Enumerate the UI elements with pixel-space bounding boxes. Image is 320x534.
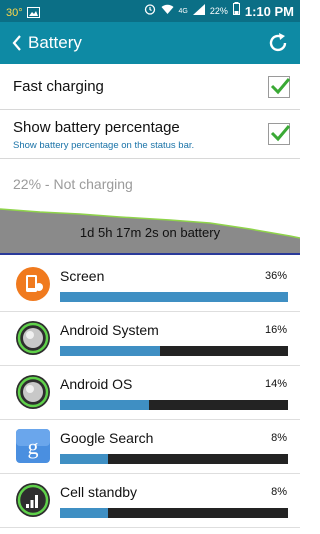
- usage-name: Google Search: [60, 430, 154, 446]
- image-notification-icon: [26, 3, 40, 22]
- charging-status: 22% - Not charging: [13, 176, 133, 192]
- usage-name: Android System: [60, 322, 159, 338]
- refresh-button[interactable]: [266, 31, 290, 55]
- checkmark-icon: [270, 78, 290, 95]
- fast-charging-label: Fast charging: [13, 78, 104, 95]
- refresh-icon: [269, 33, 287, 52]
- android-system-icon: [15, 320, 51, 356]
- usage-bar: [60, 508, 288, 518]
- status-bar: 30° 4G 22% 1:10 PM: [0, 0, 300, 22]
- network-type: 4G: [178, 7, 188, 15]
- checkmark-icon: [270, 125, 290, 142]
- chevron-left-icon: [12, 35, 21, 51]
- battery-icon: [232, 2, 240, 20]
- usage-bar-fill: [60, 454, 108, 464]
- app-bar: Battery: [0, 22, 300, 64]
- usage-percent: 16%: [264, 324, 287, 336]
- cell-standby-icon: [15, 482, 51, 518]
- usage-name: Android OS: [60, 376, 133, 392]
- alarm-icon: [144, 2, 156, 20]
- clock: 1:10 PM: [244, 3, 294, 19]
- usage-percent: 14%: [264, 378, 287, 390]
- usage-name: Screen: [60, 268, 105, 284]
- usage-bar: [60, 454, 288, 464]
- fast-charging-checkbox[interactable]: [268, 76, 290, 98]
- usage-bar-fill: [60, 508, 108, 518]
- usage-bar: [60, 292, 288, 302]
- show-percentage-checkbox[interactable]: [268, 123, 290, 145]
- google-search-icon: g: [15, 428, 51, 464]
- signal-icon: [192, 2, 205, 20]
- show-percentage-label: Show battery percentage: [13, 119, 180, 136]
- usage-percent: 36%: [264, 270, 287, 282]
- show-percentage-subtitle: Show battery percentage on the status ba…: [13, 140, 195, 151]
- usage-item-cell-standby[interactable]: Cell standby 8%: [0, 474, 300, 528]
- show-percentage-row[interactable]: Show battery percentage Show battery per…: [0, 110, 300, 159]
- usage-bar: [60, 400, 288, 410]
- usage-item-screen[interactable]: Screen 36%: [0, 258, 300, 312]
- usage-item-android-system[interactable]: Android System 16%: [0, 312, 300, 366]
- time-on-battery: 1d 5h 17m 2s on battery: [79, 225, 221, 240]
- back-button[interactable]: [6, 22, 28, 64]
- fast-charging-row[interactable]: Fast charging: [0, 64, 300, 110]
- page-title: Battery: [28, 33, 82, 52]
- usage-percent: 8%: [271, 486, 287, 498]
- usage-name: Cell standby: [60, 484, 138, 500]
- usage-percent: 8%: [271, 432, 287, 444]
- usage-bar-fill: [60, 346, 161, 356]
- screen-brightness-icon: [15, 266, 51, 302]
- svg-text:g: g: [28, 434, 39, 459]
- usage-bar-fill: [60, 400, 149, 410]
- usage-bar-fill: [60, 292, 288, 302]
- usage-bar: [60, 346, 288, 356]
- wifi-icon: [161, 2, 174, 20]
- android-os-icon: [15, 374, 51, 410]
- battery-percent: 22%: [209, 6, 228, 16]
- temperature-indicator: 30°: [6, 6, 23, 19]
- usage-item-android-os[interactable]: Android OS 14%: [0, 366, 300, 420]
- usage-item-google-search[interactable]: g Google Search 8%: [0, 420, 300, 474]
